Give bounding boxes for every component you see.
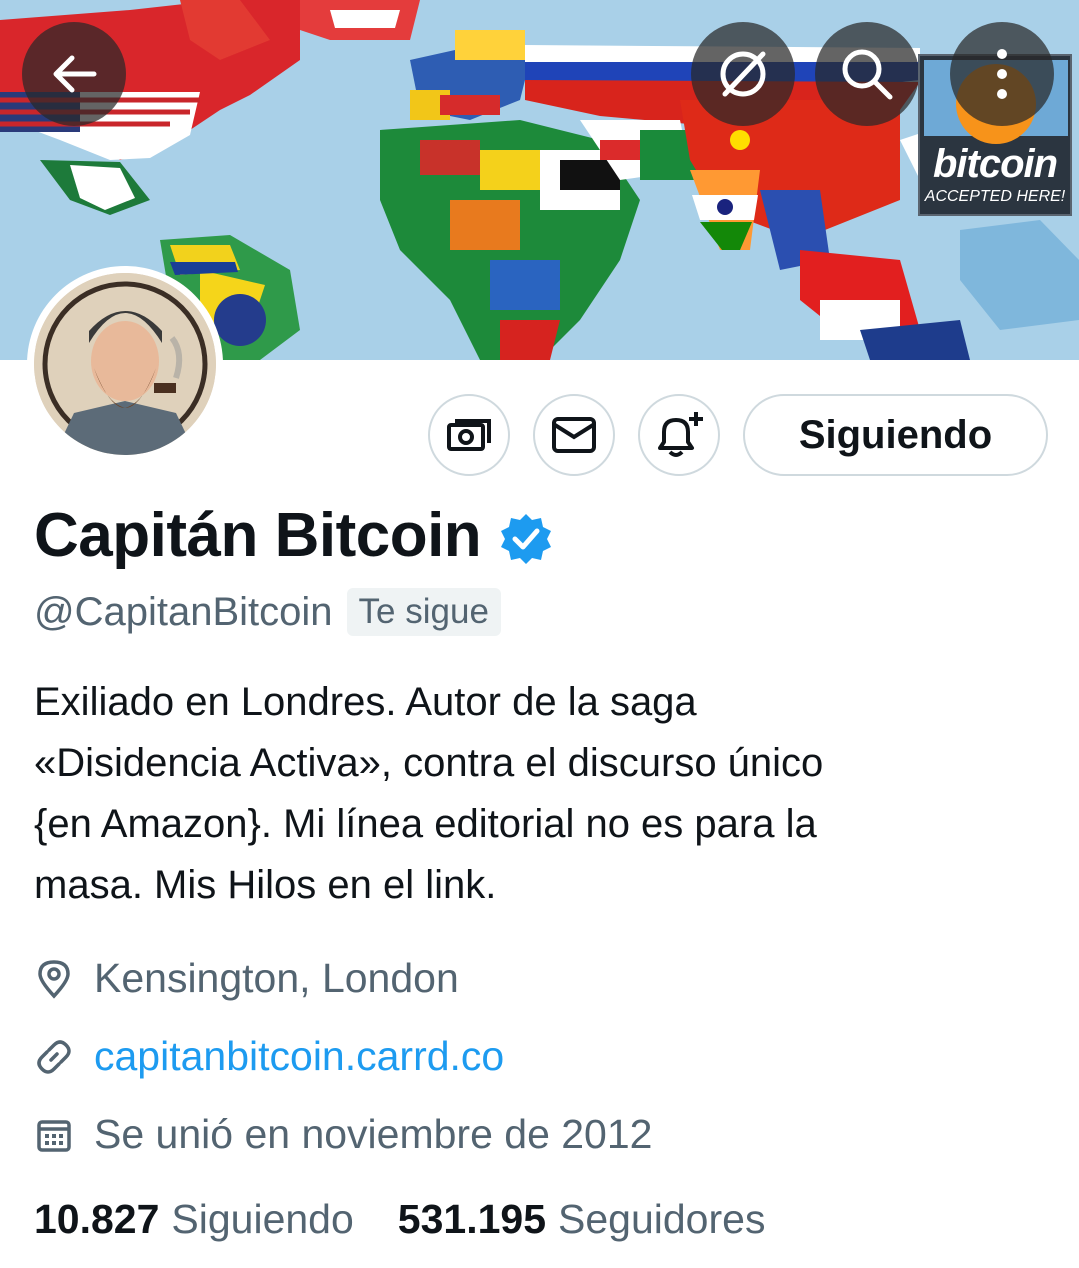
avatar[interactable]	[27, 266, 223, 462]
location-text: Kensington, London	[94, 955, 459, 1001]
avatar-illustration	[34, 273, 216, 455]
profile-handle: @CapitanBitcoin	[34, 589, 333, 634]
website-link[interactable]: capitanbitcoin.carrd.co	[94, 1033, 504, 1080]
location-row: Kensington, London	[34, 955, 459, 1002]
followers-stat[interactable]: 531.195 Seguidores	[398, 1196, 766, 1243]
profile-bio: Exiliado en Londres. Autor de la saga «D…	[34, 672, 1044, 916]
joined-text: Se unió en noviembre de 2012	[94, 1111, 653, 1157]
badge-word: bitcoin	[932, 142, 1058, 186]
badge-subtext: ACCEPTED HERE!	[924, 188, 1066, 205]
tip-button[interactable]	[428, 394, 510, 476]
follows-you-badge: Te sigue	[346, 588, 501, 636]
money-icon	[447, 419, 491, 451]
verified-badge-icon[interactable]	[499, 512, 553, 566]
grok-button[interactable]	[691, 22, 795, 126]
profile-name: Capitán Bitcoin	[34, 501, 482, 570]
search-button[interactable]	[815, 22, 919, 126]
following-label: Siguiendo	[171, 1196, 354, 1242]
notifications-button[interactable]	[638, 394, 720, 476]
link-icon	[34, 1037, 74, 1077]
bio-line: masa. Mis Hilos en el link.	[34, 863, 497, 907]
followers-count: 531.195	[397, 1196, 547, 1242]
bell-plus-icon	[658, 412, 703, 457]
handle-row: @CapitanBitcoin Te sigue	[34, 588, 501, 636]
followers-label: Seguidores	[558, 1196, 766, 1242]
joined-row: Se unió en noviembre de 2012	[34, 1111, 652, 1158]
bio-line: Exiliado en Londres. Autor de la saga	[34, 680, 697, 724]
location-pin-icon	[34, 959, 74, 999]
back-button[interactable]	[22, 22, 126, 126]
following-button[interactable]: Siguiendo	[743, 394, 1048, 476]
back-arrow-icon	[53, 55, 97, 93]
more-vertical-icon	[997, 49, 1007, 99]
website-row: capitanbitcoin.carrd.co	[34, 1033, 504, 1080]
following-stat[interactable]: 10.827 Siguiendo	[34, 1196, 354, 1243]
calendar-icon	[34, 1115, 74, 1155]
following-count: 10.827	[34, 1196, 160, 1242]
search-icon	[842, 49, 893, 100]
message-button[interactable]	[533, 394, 615, 476]
bio-line: {en Amazon}. Mi línea editorial no es pa…	[34, 802, 817, 846]
envelope-icon	[552, 417, 596, 453]
follow-stats: 10.827 Siguiendo 531.195 Seguidores	[34, 1196, 765, 1243]
bio-line: «Disidencia Activa», contra el discurso …	[34, 741, 824, 785]
more-options-button[interactable]	[950, 22, 1054, 126]
grok-icon	[720, 51, 766, 97]
profile-name-row: Capitán Bitcoin	[34, 500, 553, 571]
